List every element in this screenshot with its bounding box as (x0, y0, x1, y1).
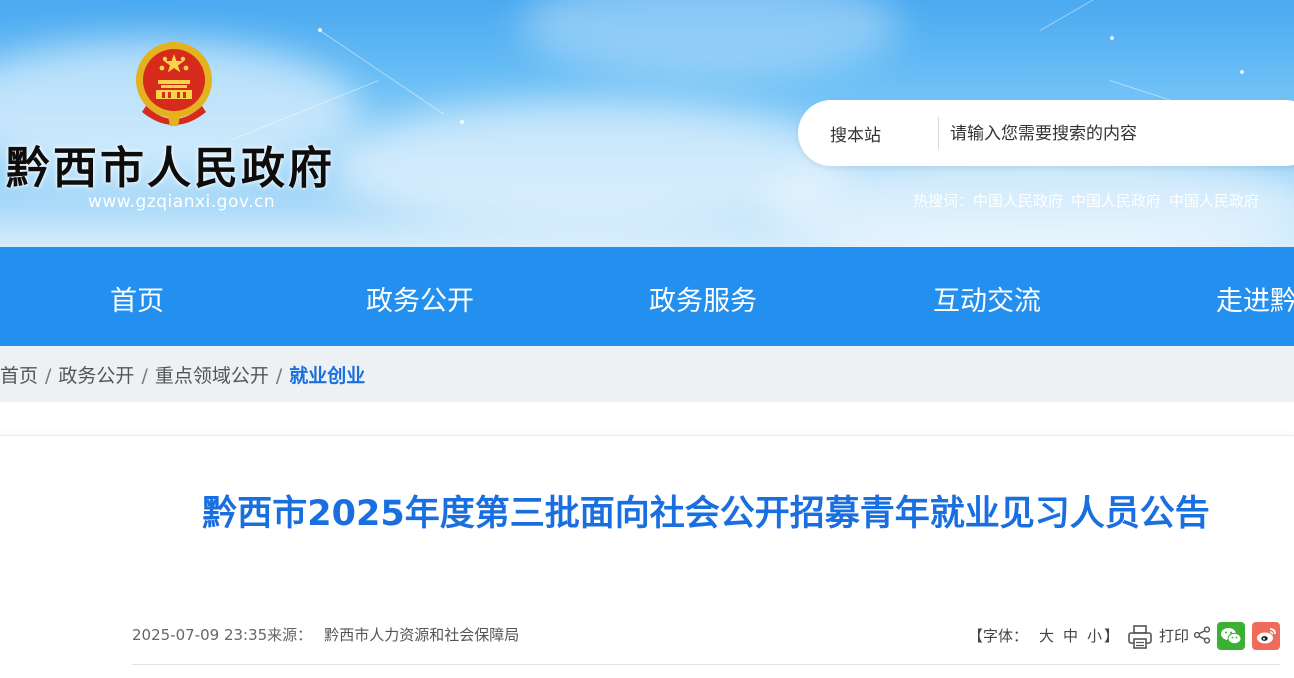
source-name: 黔西市人力资源和社会保障局 (324, 626, 520, 644)
breadcrumb-gov-affairs-open[interactable]: 政务公开 (58, 365, 134, 387)
hotwords-label: 热搜词： (913, 192, 974, 210)
nav-item-home[interactable]: 首页 (110, 279, 164, 318)
font-size-medium-button[interactable]: 中 (1063, 625, 1078, 646)
header-banner: 黔西市人民政府 www.gzqianxi.gov.cn 搜本站 热搜词：中国人民… (0, 0, 1294, 247)
weibo-share-icon[interactable] (1252, 622, 1280, 650)
article-title: 黔西市2025年度第三批面向社会公开招募青年就业见习人员公告 (202, 494, 1210, 534)
font-size-small-button[interactable]: 小 (1087, 625, 1102, 646)
breadcrumb-separator: / (45, 365, 52, 387)
search-scope-label[interactable]: 搜本站 (830, 121, 881, 146)
breadcrumb-home[interactable]: 首页 (0, 365, 38, 387)
print-button[interactable]: 打印 (1159, 625, 1189, 646)
wechat-share-icon[interactable] (1217, 622, 1245, 650)
national-emblem-icon (136, 42, 212, 126)
font-size-label: 【字体： (968, 627, 1029, 645)
printer-icon[interactable] (1126, 623, 1154, 651)
breadcrumb-current[interactable]: 就业创业 (289, 365, 365, 387)
hot-search-words: 热搜词：中国人民政府 中国人民政府 中国人民政府 (913, 190, 1267, 211)
banner-dot (1110, 36, 1114, 40)
search-box: 搜本站 (798, 100, 1294, 166)
font-size-close-bracket: 】 (1104, 627, 1120, 645)
share-icon[interactable] (1193, 626, 1211, 644)
site-url: www.gzqianxi.gov.cn (88, 192, 276, 212)
article-card: 黔西市2025年度第三批面向社会公开招募青年就业见习人员公告 2025-07-0… (0, 435, 1294, 678)
site-title[interactable]: 黔西市人民政府 (6, 132, 335, 196)
banner-skyline (0, 207, 1294, 247)
breadcrumb-separator: / (275, 365, 283, 387)
meta-divider (132, 664, 1280, 665)
breadcrumb: 首页 / 政务公开 / 重点领域公开 / 就业创业 (0, 346, 1294, 402)
banner-dot (460, 120, 464, 124)
nav-item-interaction[interactable]: 互动交流 (933, 279, 1041, 318)
main-nav: 首页 政务公开 政务服务 互动交流 走进黔西 (0, 247, 1294, 346)
nav-item-gov-services[interactable]: 政务服务 (649, 279, 757, 318)
banner-dot (318, 28, 322, 32)
banner-cloud (520, 0, 900, 80)
nav-item-gov-affairs-open[interactable]: 政务公开 (366, 279, 474, 318)
search-input[interactable] (948, 114, 1292, 154)
hotword-link[interactable]: 中国人民政府 (973, 192, 1063, 210)
font-size-large-button[interactable]: 大 (1039, 625, 1054, 646)
breadcrumb-key-areas[interactable]: 重点领域公开 (155, 365, 269, 387)
source-label: 来源： (267, 626, 313, 644)
breadcrumb-separator: / (141, 365, 148, 387)
publish-date: 2025-07-09 23:35 (132, 626, 268, 644)
nav-item-about-qianxi[interactable]: 走进黔西 (1216, 279, 1294, 318)
search-divider (938, 117, 939, 149)
banner-line (1040, 0, 1214, 31)
hotword-link[interactable]: 中国人民政府 (1169, 192, 1259, 210)
banner-dot (1240, 70, 1244, 74)
hotword-link[interactable]: 中国人民政府 (1071, 192, 1161, 210)
article-meta: 2025-07-09 23:35来源： 黔西市人力资源和社会保障局 (132, 624, 519, 645)
